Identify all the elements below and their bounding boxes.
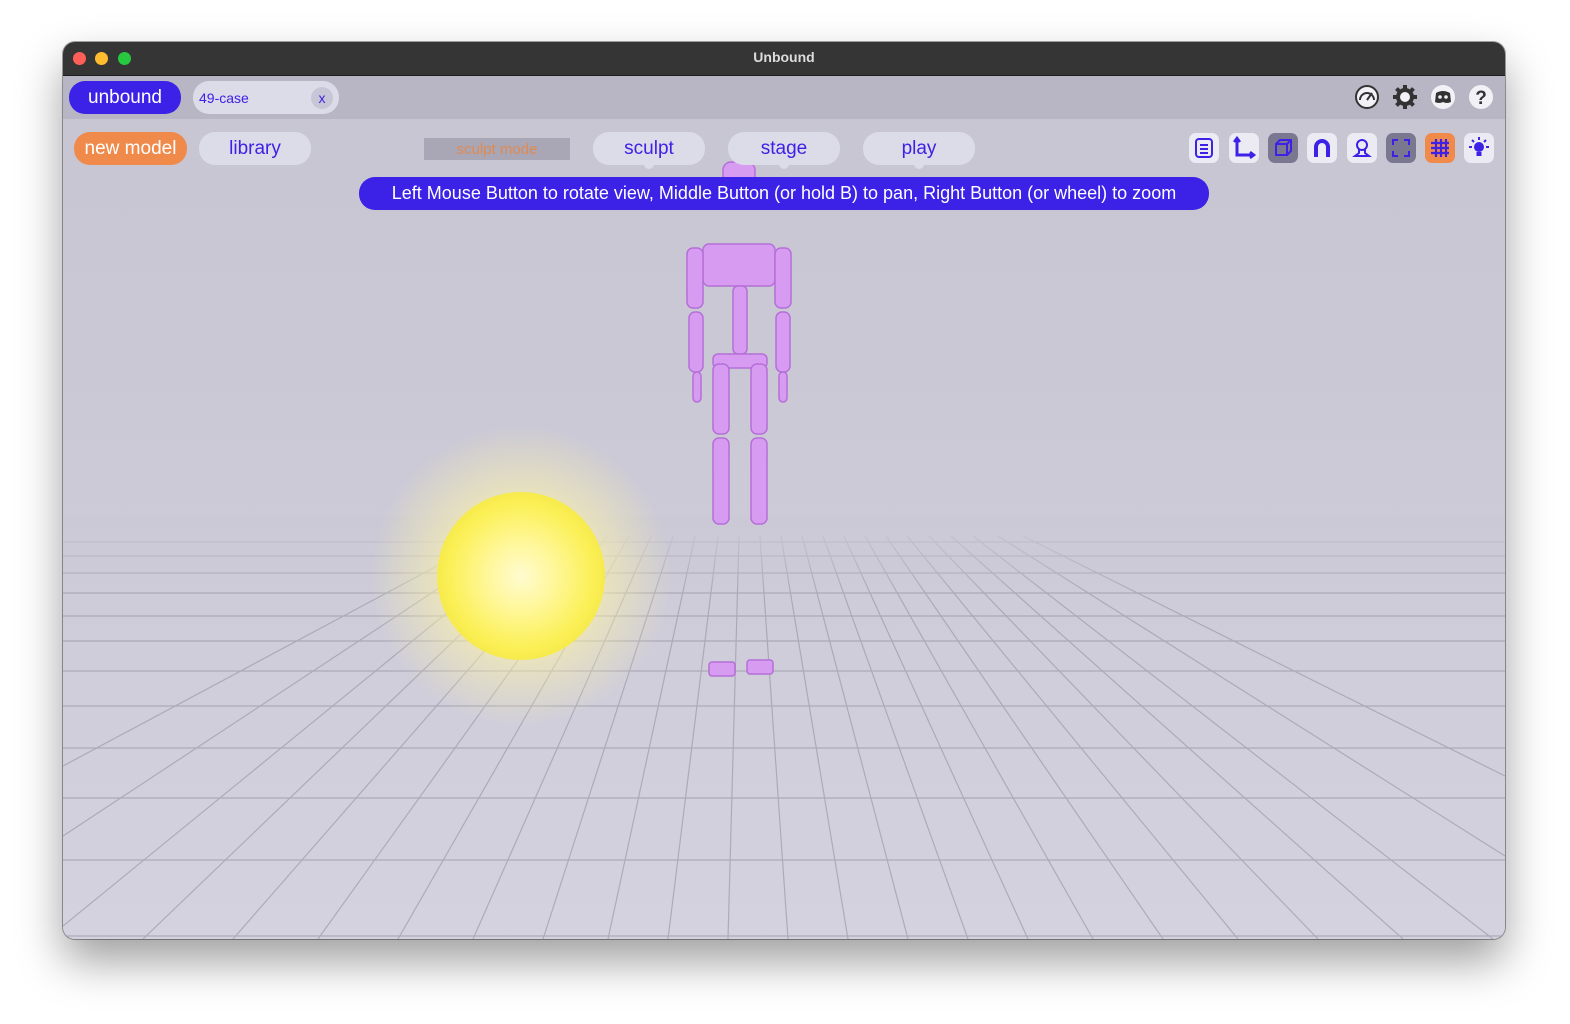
mode-label: sculpt mode xyxy=(424,138,570,160)
floor-grid xyxy=(63,535,1505,939)
figure-right-forearm xyxy=(775,311,791,373)
tab-play-label: play xyxy=(901,137,937,159)
figure-torso xyxy=(702,243,776,287)
figure-left-shin xyxy=(712,437,730,525)
person-icon[interactable] xyxy=(1347,133,1377,163)
brand-button[interactable]: unbound xyxy=(69,81,181,114)
3d-viewport[interactable]: unbound 49-case x ? new model library sc… xyxy=(63,76,1505,939)
performance-gauge-icon[interactable] xyxy=(1353,83,1381,111)
gear-icon[interactable] xyxy=(1391,83,1419,111)
project-tab-label: 49-case xyxy=(199,89,249,106)
navigation-hint: Left Mouse Button to rotate view, Middle… xyxy=(359,177,1209,210)
title-bar: Unbound xyxy=(63,42,1505,76)
figure-left-forearm xyxy=(688,311,704,373)
sun-light[interactable] xyxy=(371,426,671,726)
tab-stage-label: stage xyxy=(760,137,808,159)
grid-icon[interactable] xyxy=(1425,133,1455,163)
figure-right-hand xyxy=(778,371,788,403)
tab-sculpt-label: sculpt xyxy=(624,137,674,159)
horizon-fade xyxy=(63,516,1505,596)
tab-sculpt[interactable]: sculpt xyxy=(593,132,705,169)
window-title: Unbound xyxy=(753,49,815,65)
figure-right-foot xyxy=(746,659,774,675)
figure-right-thigh xyxy=(750,363,768,435)
figure-spine xyxy=(732,285,748,355)
new-model-button[interactable]: new model xyxy=(74,132,187,165)
tab-stage[interactable]: stage xyxy=(728,132,840,169)
discord-icon[interactable] xyxy=(1429,83,1457,111)
frame-icon[interactable] xyxy=(1386,133,1416,163)
skeleton-figure[interactable] xyxy=(686,161,792,677)
help-glyph: ? xyxy=(1475,88,1487,109)
figure-left-hand xyxy=(692,371,702,403)
figure-right-upper-arm xyxy=(774,247,792,309)
project-tab[interactable]: 49-case x xyxy=(193,81,339,114)
figure-right-shin xyxy=(750,437,768,525)
cube-icon[interactable] xyxy=(1268,133,1298,163)
axes-icon[interactable] xyxy=(1229,133,1259,163)
tab-play[interactable]: play xyxy=(863,132,975,169)
list-icon[interactable] xyxy=(1189,133,1219,163)
figure-left-upper-arm xyxy=(686,247,704,309)
magnet-icon[interactable] xyxy=(1307,133,1337,163)
help-icon[interactable]: ? xyxy=(1467,83,1495,111)
app-window: Unbound unbound 49-case x ? new model li… xyxy=(63,42,1505,939)
figure-left-foot xyxy=(708,661,736,677)
library-button[interactable]: library xyxy=(199,132,311,165)
light-icon[interactable] xyxy=(1464,133,1494,163)
figure-left-thigh xyxy=(712,363,730,435)
top-bar: unbound 49-case x ? xyxy=(63,76,1505,119)
close-tab-button[interactable]: x xyxy=(311,87,333,109)
